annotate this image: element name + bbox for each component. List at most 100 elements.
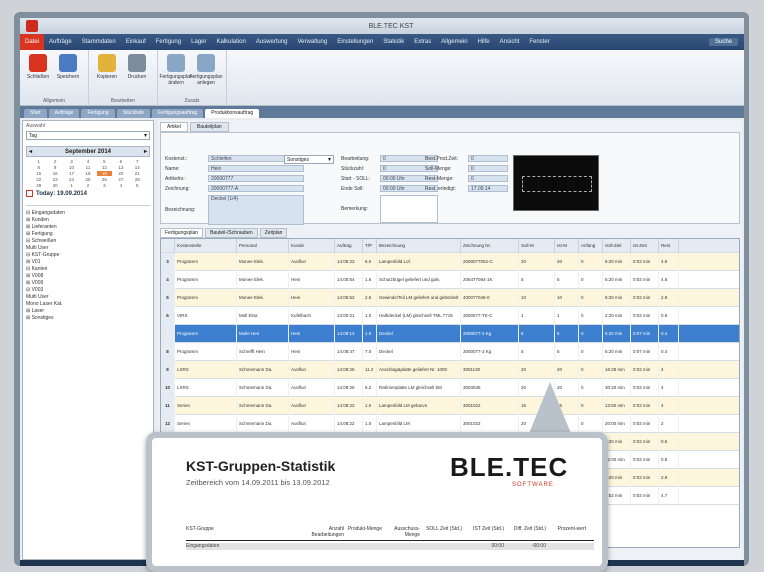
calendar-day[interactable]: 3	[97, 183, 112, 188]
tree-node[interactable]: ⊟ KST-Gruppe	[26, 252, 150, 259]
table-row[interactable]: 8 Programm Schrefft Hein Hein 14:08:47 7.0 Dec…	[161, 342, 739, 361]
ribbon-button-0-1[interactable]: Speichern	[54, 54, 82, 80]
form-tab-1[interactable]: Bauteilplan	[189, 122, 229, 132]
table-row[interactable]: 6 VIRS Moll Elna Kufelbach 13:00:21 1.0 Halbde…	[161, 306, 739, 325]
tree-node[interactable]: ⊞ V008	[26, 273, 150, 280]
calendar-day[interactable]: 13	[113, 165, 128, 170]
calendar-day[interactable]: 1	[31, 159, 46, 164]
prev-month-button[interactable]: ◂	[29, 148, 32, 155]
calendar-day[interactable]: 2	[80, 183, 95, 188]
table-row[interactable]: 3 Programm Monee Elek. Ausflun 14:05:23 6.0 La…	[161, 252, 739, 271]
calendar-day[interactable]: 17	[64, 171, 79, 176]
calendar-day[interactable]: 15	[31, 171, 46, 176]
tree-node[interactable]: ⊞ Sonstiges	[26, 315, 150, 322]
calendar-day[interactable]: 18	[80, 171, 95, 176]
grid-column-header[interactable]: Ist-M	[555, 239, 579, 253]
doc-tab-1[interactable]: Aufträge	[48, 109, 80, 118]
menu-item-10[interactable]: Statistik	[378, 39, 409, 45]
calendar-day[interactable]: 19	[96, 171, 113, 176]
tree-node[interactable]: ⊞ V009	[26, 280, 150, 287]
grid-column-header[interactable]: Ist-Zeit	[631, 239, 659, 253]
calendar-day[interactable]: 29	[31, 183, 46, 188]
calendar-day[interactable]: 7	[130, 159, 145, 164]
calendar-day[interactable]: 26	[97, 177, 112, 182]
table-row[interactable]: 11 Serien Schmemann Da. Ausflun 14:08:22 1.0 L…	[161, 396, 739, 415]
tree-node[interactable]: Mono Laser Kat.	[26, 301, 150, 308]
calendar-day[interactable]: 10	[64, 165, 79, 170]
app-icon[interactable]	[26, 20, 38, 32]
grid-column-header[interactable]: Zeichnung Nr.	[461, 239, 519, 253]
grid-column-header[interactable]	[161, 239, 175, 253]
calendar-day[interactable]: 9	[47, 165, 62, 170]
menu-item-11[interactable]: Extras	[409, 39, 436, 45]
right-field-2[interactable]: 0	[468, 175, 508, 182]
tree-node[interactable]: ⊟ Eingangsdaten	[26, 210, 150, 217]
calendar-day[interactable]: 5	[97, 159, 112, 164]
left-field-3[interactable]: 20000777-A	[208, 185, 304, 192]
period-select[interactable]: Tag	[26, 131, 150, 140]
tree-node[interactable]: ⊞ Kunden	[26, 217, 150, 224]
calendar-day[interactable]: 3	[64, 159, 79, 164]
menu-item-14[interactable]: Ansicht	[495, 39, 525, 45]
tree-node[interactable]: ⊞ V01	[26, 259, 150, 266]
grid-column-header[interactable]: Soll-Zeit	[603, 239, 631, 253]
form-combo[interactable]: Sonstiges	[284, 155, 334, 164]
menu-item-15[interactable]: Fenster	[524, 39, 554, 45]
grid-column-header[interactable]: Soll-M	[519, 239, 555, 253]
right-field-3[interactable]: 17.09.14	[468, 185, 508, 192]
table-row[interactable]: 12 Serien Schmemann Da. Ausflun 14:08:22 1.0 L…	[161, 414, 739, 433]
calendar-day[interactable]: 24	[64, 177, 79, 182]
tree-node[interactable]: ⊞ Lieferanten	[26, 224, 150, 231]
ribbon-button-2-1[interactable]: Fertigungsplan anlegen	[189, 54, 223, 86]
calendar-day[interactable]: 14	[130, 165, 145, 170]
menu-item-13[interactable]: Hilfe	[473, 39, 495, 45]
doc-tab-3[interactable]: Stückliste	[116, 109, 150, 118]
right-field-1[interactable]: 0	[468, 165, 508, 172]
grid-column-header[interactable]: T/P	[363, 239, 377, 253]
calendar-day[interactable]: 28	[130, 177, 145, 182]
table-row[interactable]: 7 Programm Mulle Hen Hein 14:08:13 1.0 Deckel 2…	[161, 324, 739, 343]
ribbon-button-1-0[interactable]: Kopieren	[93, 54, 121, 80]
menu-right-button-0[interactable]: Suche	[708, 38, 738, 46]
calendar-day[interactable]: 2	[47, 159, 62, 164]
left-field-2[interactable]: 20000777	[208, 175, 304, 182]
menu-item-8[interactable]: Verwaltung	[293, 39, 333, 45]
grid-column-header[interactable]: Kunde	[289, 239, 335, 253]
calendar-day[interactable]: 27	[113, 177, 128, 182]
tree-node[interactable]: ⊞ Fertigung	[26, 231, 150, 238]
grid-tab-1[interactable]: Bauteil-/Schrauben	[205, 228, 258, 238]
menu-item-6[interactable]: Kalkulation	[211, 39, 250, 45]
calendar-day[interactable]: 20	[113, 171, 128, 176]
calendar-day[interactable]: 11	[80, 165, 95, 170]
calendar-day[interactable]: 8	[31, 165, 46, 170]
grid-column-header[interactable]: Auftrag	[335, 239, 363, 253]
calendar-day[interactable]: 12	[97, 165, 112, 170]
grid-tab-2[interactable]: Zeitplan	[259, 228, 288, 238]
table-row[interactable]: 10 LXRS Schmemann Da. Ausflun 14:08:29 8.2 Rah…	[161, 378, 739, 397]
doc-tab-5[interactable]: Produktionsauftrag	[205, 109, 260, 118]
menu-item-7[interactable]: Auswertung	[251, 39, 293, 45]
menu-item-9[interactable]: Einstellungen	[332, 39, 378, 45]
tree-node[interactable]: Multi User	[26, 294, 150, 301]
table-row[interactable]: 5 Programm Monee Elek. Hein 14:05:52 2.5 Gewin…	[161, 288, 739, 307]
ribbon-button-0-0[interactable]: Schließen	[24, 54, 52, 80]
right-field-0[interactable]: 0	[468, 155, 508, 162]
doc-tab-4[interactable]: Fertigungsauftrag	[152, 109, 204, 118]
today-link[interactable]: Today: 19.09.2014	[26, 190, 150, 197]
grid-column-header[interactable]: Personal	[237, 239, 289, 253]
next-month-button[interactable]: ▸	[144, 148, 147, 155]
menu-item-0[interactable]: Datei	[20, 34, 45, 50]
menu-item-12[interactable]: Allgemein	[436, 39, 472, 45]
table-row[interactable]: 4 Programm Monee Elek. Hein 14:05:54 1.6 Schut…	[161, 270, 739, 289]
calendar-day[interactable]: 6	[113, 159, 128, 164]
calendar-day[interactable]: 16	[47, 171, 62, 176]
calendar-day[interactable]: 30	[47, 183, 62, 188]
tree-node[interactable]: Multi User	[26, 245, 150, 252]
calendar-day[interactable]: 4	[80, 159, 95, 164]
left-field-4[interactable]: Deckel (1/4)	[208, 195, 304, 225]
doc-tab-0[interactable]: Start	[24, 109, 47, 118]
menu-item-4[interactable]: Fertigung	[151, 39, 186, 45]
left-field-1[interactable]: Hein	[208, 165, 304, 172]
ribbon-button-2-0[interactable]: Fertigungsplan ändern	[159, 54, 193, 86]
menu-item-5[interactable]: Lager	[186, 39, 211, 45]
